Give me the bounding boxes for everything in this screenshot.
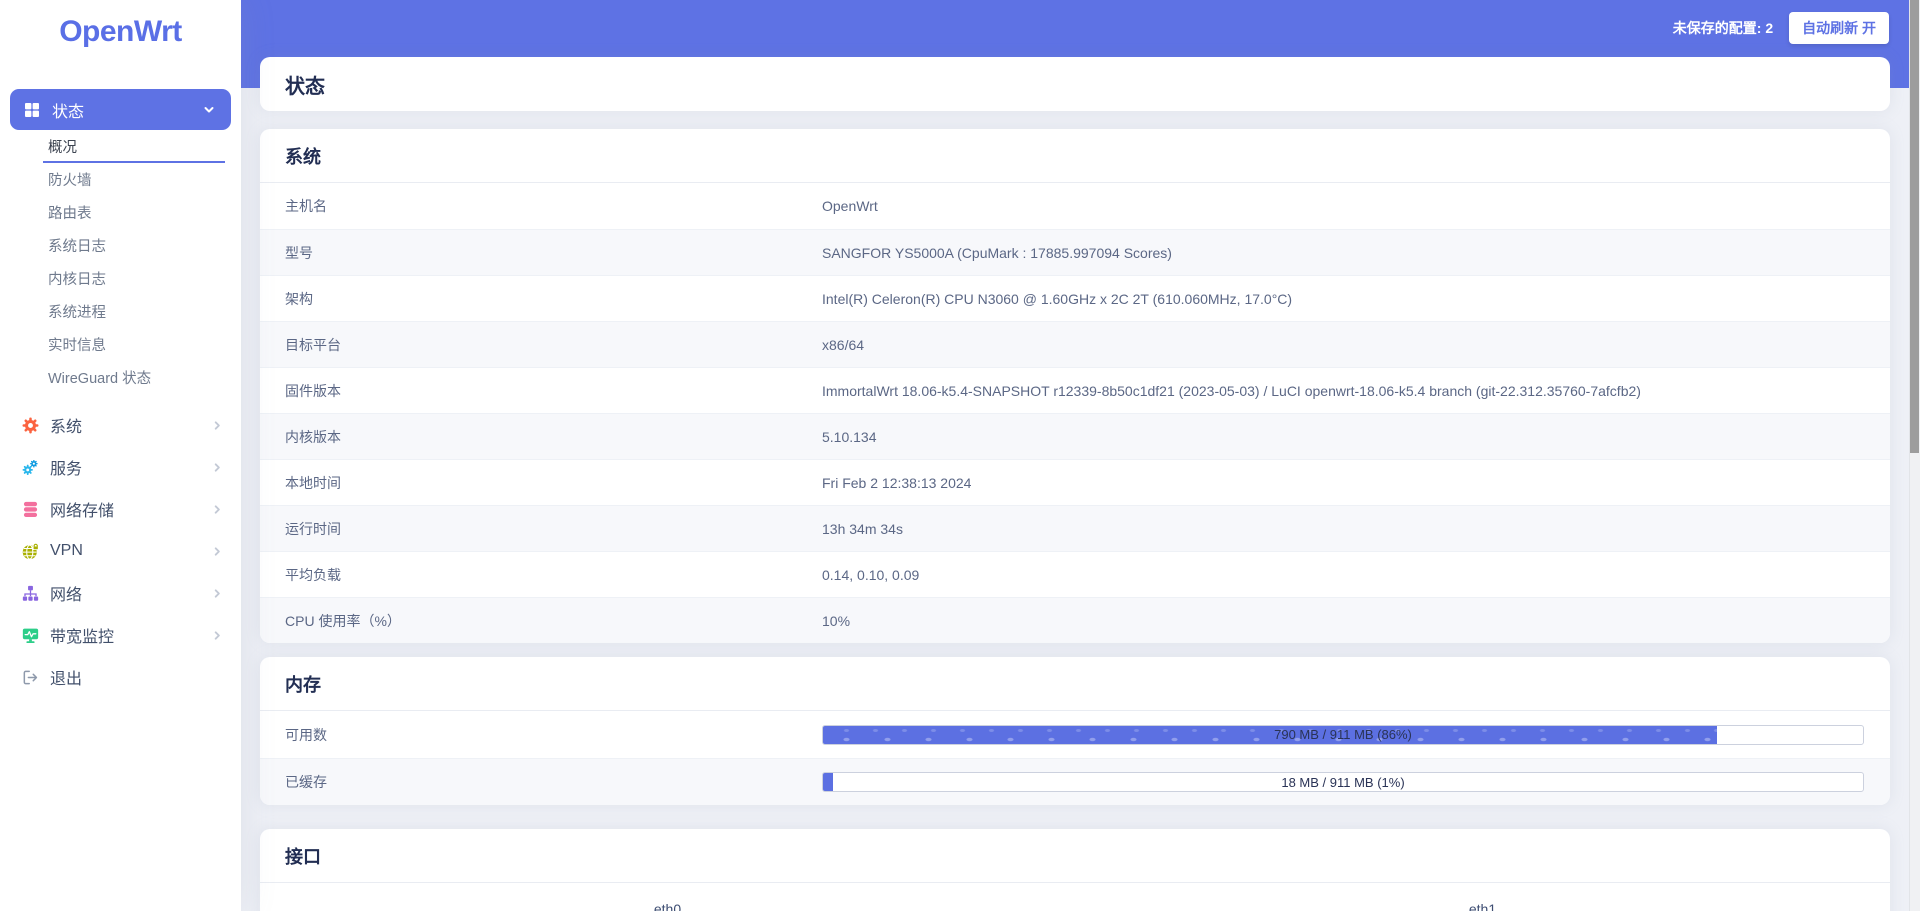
gear-icon <box>22 417 39 434</box>
sidebar-item-label: 系统 <box>50 413 82 437</box>
table-row: 运行时间 13h 34m 34s <box>260 505 1890 551</box>
interfaces-section: 接口 eth0 eth1 <box>260 829 1890 911</box>
chevron-right-icon <box>212 588 223 599</box>
sidebar-item-label: 状态 <box>52 98 84 122</box>
sidebar-item-firewall[interactable]: 防火墙 <box>0 163 241 196</box>
grid-icon <box>24 102 40 118</box>
memory-cached-progressbar: 18 MB / 911 MB (1%) <box>822 772 1864 792</box>
openwrt-logo: OpenWrt <box>0 14 241 50</box>
memory-section: 内存 可用数 790 MB / 911 MB (86%) 已缓存 18 MB /… <box>260 657 1890 805</box>
sidebar-item-label: 退出 <box>50 665 82 689</box>
sidebar-item-system-log[interactable]: 系统日志 <box>0 229 241 262</box>
sign-out-icon <box>22 669 39 686</box>
sidebar-item-label: VPN <box>50 542 83 560</box>
status-submenu: 概况 防火墙 路由表 系统日志 内核日志 系统进程 实时信息 WireGuard… <box>0 130 241 394</box>
table-row: 内核版本 5.10.134 <box>260 413 1890 459</box>
progressbar-label: 790 MB / 911 MB (86%) <box>823 726 1863 744</box>
chevron-right-icon <box>212 420 223 431</box>
sidebar-groups: 系统 <box>0 404 241 698</box>
table-row: 可用数 790 MB / 911 MB (86%) <box>260 711 1890 758</box>
table-row: 目标平台 x86/64 <box>260 321 1890 367</box>
sidebar-item-bandwidth-monitor[interactable]: 带宽监控 <box>0 614 241 656</box>
chevron-right-icon <box>212 462 223 473</box>
interface-name-eth1: eth1 <box>1075 901 1890 911</box>
sidebar-item-network[interactable]: 网络 <box>0 572 241 614</box>
system-section: 系统 主机名 OpenWrt 型号 SANGFOR YS5000A (CpuMa… <box>260 129 1890 643</box>
table-row: 平均负载 0.14, 0.10, 0.09 <box>260 551 1890 597</box>
sidebar-item-system[interactable]: 系统 <box>0 404 241 446</box>
memory-table: 可用数 790 MB / 911 MB (86%) 已缓存 18 MB / 91… <box>260 711 1890 805</box>
sidebar-item-services[interactable]: 服务 <box>0 446 241 488</box>
sidebar-item-routes[interactable]: 路由表 <box>0 196 241 229</box>
page-title-card: 状态 <box>260 57 1890 111</box>
sidebar-item-label: 服务 <box>50 455 82 479</box>
table-row: 架构 Intel(R) Celeron(R) CPU N3060 @ 1.60G… <box>260 275 1890 321</box>
chevron-right-icon <box>212 504 223 515</box>
chevron-down-icon <box>203 104 215 116</box>
page-title: 状态 <box>285 70 325 99</box>
main-content: 状态 系统 主机名 OpenWrt 型号 SANGFOR YS5000A (Cp… <box>260 0 1890 911</box>
interfaces-section-title: 接口 <box>260 829 1890 883</box>
gears-icon <box>22 459 39 476</box>
sidebar: OpenWrt 状态 概况 防火墙 路由表 系统日志 内核日志 系统进程 实时信… <box>0 0 241 911</box>
table-row: 主机名 OpenWrt <box>260 183 1890 229</box>
memory-section-title: 内存 <box>260 657 1890 711</box>
chevron-right-icon <box>212 546 223 557</box>
table-row: CPU 使用率（%） 10% <box>260 597 1890 643</box>
sidebar-item-label: 网络存储 <box>50 497 114 521</box>
system-table: 主机名 OpenWrt 型号 SANGFOR YS5000A (CpuMark … <box>260 183 1890 643</box>
interfaces-row: eth0 eth1 <box>260 883 1890 911</box>
sidebar-item-wireguard[interactable]: WireGuard 状态 <box>0 361 241 394</box>
table-row: 固件版本 ImmortalWrt 18.06-k5.4-SNAPSHOT r12… <box>260 367 1890 413</box>
progressbar-label: 18 MB / 911 MB (1%) <box>823 773 1863 791</box>
sidebar-item-realtime[interactable]: 实时信息 <box>0 328 241 361</box>
sidebar-item-label: 带宽监控 <box>50 623 114 647</box>
table-row: 本地时间 Fri Feb 2 12:38:13 2024 <box>260 459 1890 505</box>
monitor-pulse-icon <box>22 627 39 644</box>
sidebar-item-kernel-log[interactable]: 内核日志 <box>0 262 241 295</box>
interface-name-eth0: eth0 <box>260 901 1075 911</box>
memory-free-progressbar: 790 MB / 911 MB (86%) <box>822 725 1864 745</box>
chevron-right-icon <box>212 630 223 641</box>
sidebar-item-logout[interactable]: 退出 <box>0 656 241 698</box>
globe-lock-icon <box>22 543 39 560</box>
sidebar-item-overview[interactable]: 概况 <box>0 130 241 163</box>
sidebar-item-status[interactable]: 状态 <box>10 89 231 130</box>
sidebar-item-label: 网络 <box>50 581 82 605</box>
sidebar-item-vpn[interactable]: VPN <box>0 530 241 572</box>
scrollbar-thumb[interactable] <box>1910 0 1919 453</box>
system-section-title: 系统 <box>260 129 1890 183</box>
vertical-scrollbar[interactable] <box>1909 0 1920 911</box>
table-row: 已缓存 18 MB / 911 MB (1%) <box>260 758 1890 805</box>
database-icon <box>22 501 39 518</box>
sitemap-icon <box>22 585 39 602</box>
sidebar-item-network-storage[interactable]: 网络存储 <box>0 488 241 530</box>
table-row: 型号 SANGFOR YS5000A (CpuMark : 17885.9970… <box>260 229 1890 275</box>
sidebar-item-processes[interactable]: 系统进程 <box>0 295 241 328</box>
